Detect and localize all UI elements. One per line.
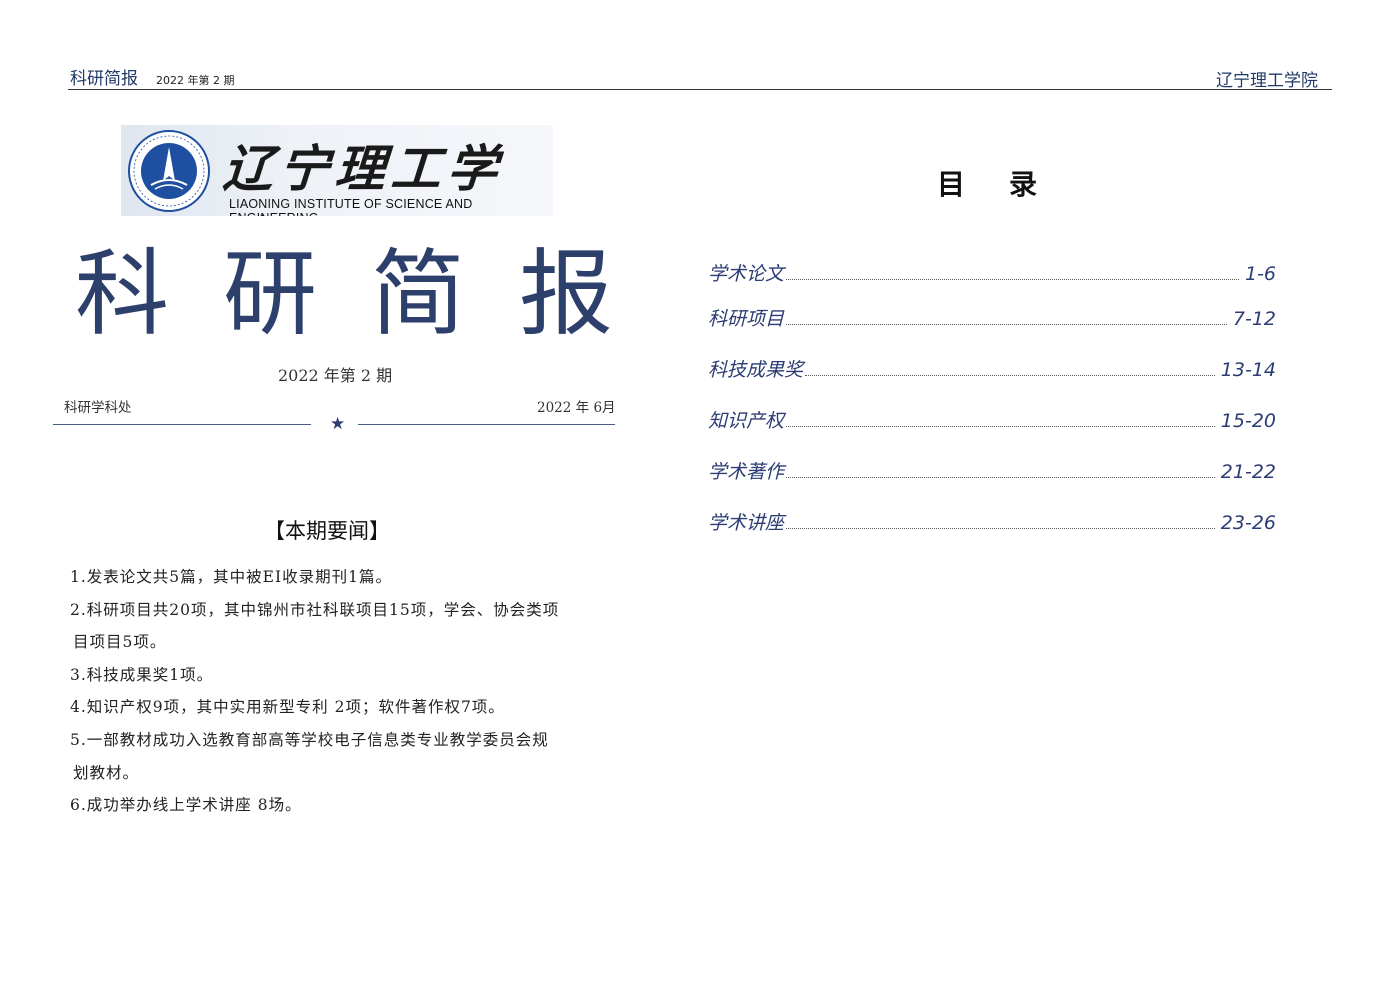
toc-entry-label: 学术讲座 [708,512,785,534]
highlight-item: 2.科研项目共20项，其中锦州市社科联项目15项，学会、协会类项 [70,600,560,619]
toc-entry-label: 知识产权 [708,410,785,432]
toc-leader-dots [786,323,1227,325]
highlight-item: 3.科技成果奖1项。 [70,665,214,684]
highlight-item: 5.一部教材成功入选教育部高等学校电子信息类专业教学委员会规 [70,730,549,749]
toc-entry[interactable]: 科研项目 7-12 [708,304,1279,338]
logo-english-name: LIAONING INSTITUTE OF SCIENCE AND ENGINE… [229,197,473,216]
toc-title: 目录 [937,168,1082,201]
highlight-item: 6.成功举办线上学术讲座 8场。 [70,796,302,815]
highlights-list: 1.发表论文共5篇，其中被EI收录期刊1篇。 2.科研项目共20项，其中锦州市社… [70,561,610,822]
toc-entry-pages: 23-26 [1220,512,1276,534]
toc-leader-dots [786,527,1215,529]
toc-entry-pages: 1-6 [1244,263,1276,285]
star-icon: ★ [330,414,346,434]
toc-entry-label: 科研项目 [708,308,785,330]
toc-leader-dots [786,476,1215,478]
university-logo: 辽宁理工学院 LIAONING INSTITUTE OF SCIENCE AND… [121,125,553,216]
publication-date: 2022 年 6月 [537,400,616,416]
toc-entry-label: 学术著作 [708,461,785,483]
divider-line-right [358,424,615,425]
toc-entry[interactable]: 知识产权 15-20 [708,406,1279,440]
divider-line-left [53,424,311,425]
toc-entry-label: 学术论文 [708,263,785,285]
highlight-item-continuation: 目项目5项。 [73,633,167,652]
publishing-department: 科研学科处 [64,400,132,416]
running-header-institution: 辽宁理工学院 [1216,71,1318,91]
toc-entry-pages: 7-12 [1232,308,1276,330]
highlight-item-continuation: 划教材。 [73,763,140,782]
toc-entry-pages: 21-22 [1220,461,1276,483]
toc-entry-pages: 15-20 [1220,410,1276,432]
university-emblem-icon [128,130,210,212]
toc-leader-dots [786,278,1239,280]
toc-leader-dots [805,374,1215,376]
toc-entry-label: 科技成果奖 [708,359,804,381]
running-header: 科研简报 2022 年第 2 期 辽宁理工学院 [68,62,1332,91]
toc-entry[interactable]: 学术著作 21-22 [708,457,1279,491]
toc-entry[interactable]: 科技成果奖 13-14 [708,355,1279,389]
highlight-item: 1.发表论文共5篇，其中被EI收录期刊1篇。 [70,568,392,586]
toc-entry[interactable]: 学术讲座 23-26 [708,508,1279,542]
highlights-title: 【本期要闻】 [264,519,390,543]
toc-leader-dots [786,425,1215,427]
toc-entry-pages: 13-14 [1220,359,1276,381]
toc-entry[interactable]: 学术论文 1-6 [708,259,1279,293]
running-header-title: 科研简报 [70,69,138,89]
running-header-issue: 2022 年第 2 期 [156,74,235,87]
highlight-item: 4.知识产权9项，其中实用新型专利 2项；软件著作权7项。 [70,698,505,717]
masthead-title: 科研简报 [75,240,668,349]
masthead-issue: 2022 年第 2 期 [278,366,393,385]
